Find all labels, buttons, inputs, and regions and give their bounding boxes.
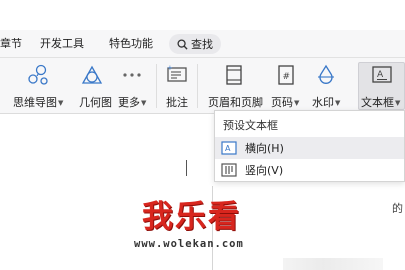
watermark-url: www.wolekan.com	[134, 238, 244, 250]
watermark-label: 水印	[312, 96, 334, 109]
geometry-label: 几何图	[79, 96, 112, 109]
search-button[interactable]: 查找	[169, 34, 221, 54]
chevron-down-icon: ▼	[58, 99, 64, 107]
svg-text:A: A	[377, 70, 384, 80]
textbox-dropdown-menu: 预设文本框 A 横向(H) 竖向(V)	[214, 110, 405, 182]
menu-bar: 章节 开发工具 特色功能 查找	[0, 30, 405, 58]
svg-text:+: +	[167, 64, 173, 72]
more-label: 更多	[118, 96, 140, 109]
text-cursor	[186, 160, 187, 176]
comment-label: 批注	[166, 96, 188, 109]
site-watermark: 我乐看 www.wolekan.com	[128, 198, 278, 258]
menu-developer-tools[interactable]: 开发工具	[40, 30, 84, 58]
textbox-label: 文本框	[361, 96, 394, 109]
chevron-down-icon: ▼	[395, 99, 401, 107]
page-number-icon: #	[274, 64, 298, 86]
watermark-logo-text: 我乐看	[142, 199, 241, 235]
header-footer-label: 页眉和页脚	[208, 96, 263, 109]
chevron-down-icon: ▼	[294, 99, 300, 107]
menu-special-features[interactable]: 特色功能	[109, 30, 153, 58]
mindmap-label: 思维导图	[13, 96, 57, 109]
dropdown-item-horizontal[interactable]: A 横向(H)	[215, 137, 404, 159]
watermark-icon	[314, 64, 338, 86]
svg-text:A: A	[225, 144, 231, 153]
search-label: 查找	[191, 38, 213, 51]
chevron-down-icon: ▼	[141, 99, 147, 107]
edge-text: 的	[392, 202, 403, 215]
more-dots-icon	[120, 64, 144, 86]
geometry-icon	[80, 64, 104, 86]
menu-chapter[interactable]: 章节	[0, 30, 22, 58]
chevron-down-icon: ▼	[335, 99, 341, 107]
page-number-label: 页码	[271, 96, 293, 109]
comment-icon: +	[165, 64, 189, 86]
blurred-strip	[283, 258, 383, 270]
dropdown-header: 预设文本框	[223, 119, 278, 132]
ribbon-separator	[197, 64, 198, 108]
ribbon-toolbar: 思维导图▼ 几何图 更多▼ + 批注 页眉和页脚 # 页码▼ 水印▼ A 文本框…	[0, 58, 405, 114]
mindmap-icon	[26, 64, 50, 86]
header-footer-icon	[222, 64, 246, 86]
dropdown-item-vertical[interactable]: 竖向(V)	[215, 159, 404, 181]
search-icon	[177, 38, 188, 50]
textbox-icon: A	[370, 64, 394, 86]
svg-text:#: #	[283, 72, 291, 82]
dropdown-item-label: 横向(H)	[245, 142, 284, 155]
ribbon-separator	[156, 64, 157, 108]
dropdown-item-label: 竖向(V)	[245, 164, 284, 177]
horizontal-textbox-icon: A	[221, 141, 237, 155]
vertical-textbox-icon	[221, 163, 237, 177]
